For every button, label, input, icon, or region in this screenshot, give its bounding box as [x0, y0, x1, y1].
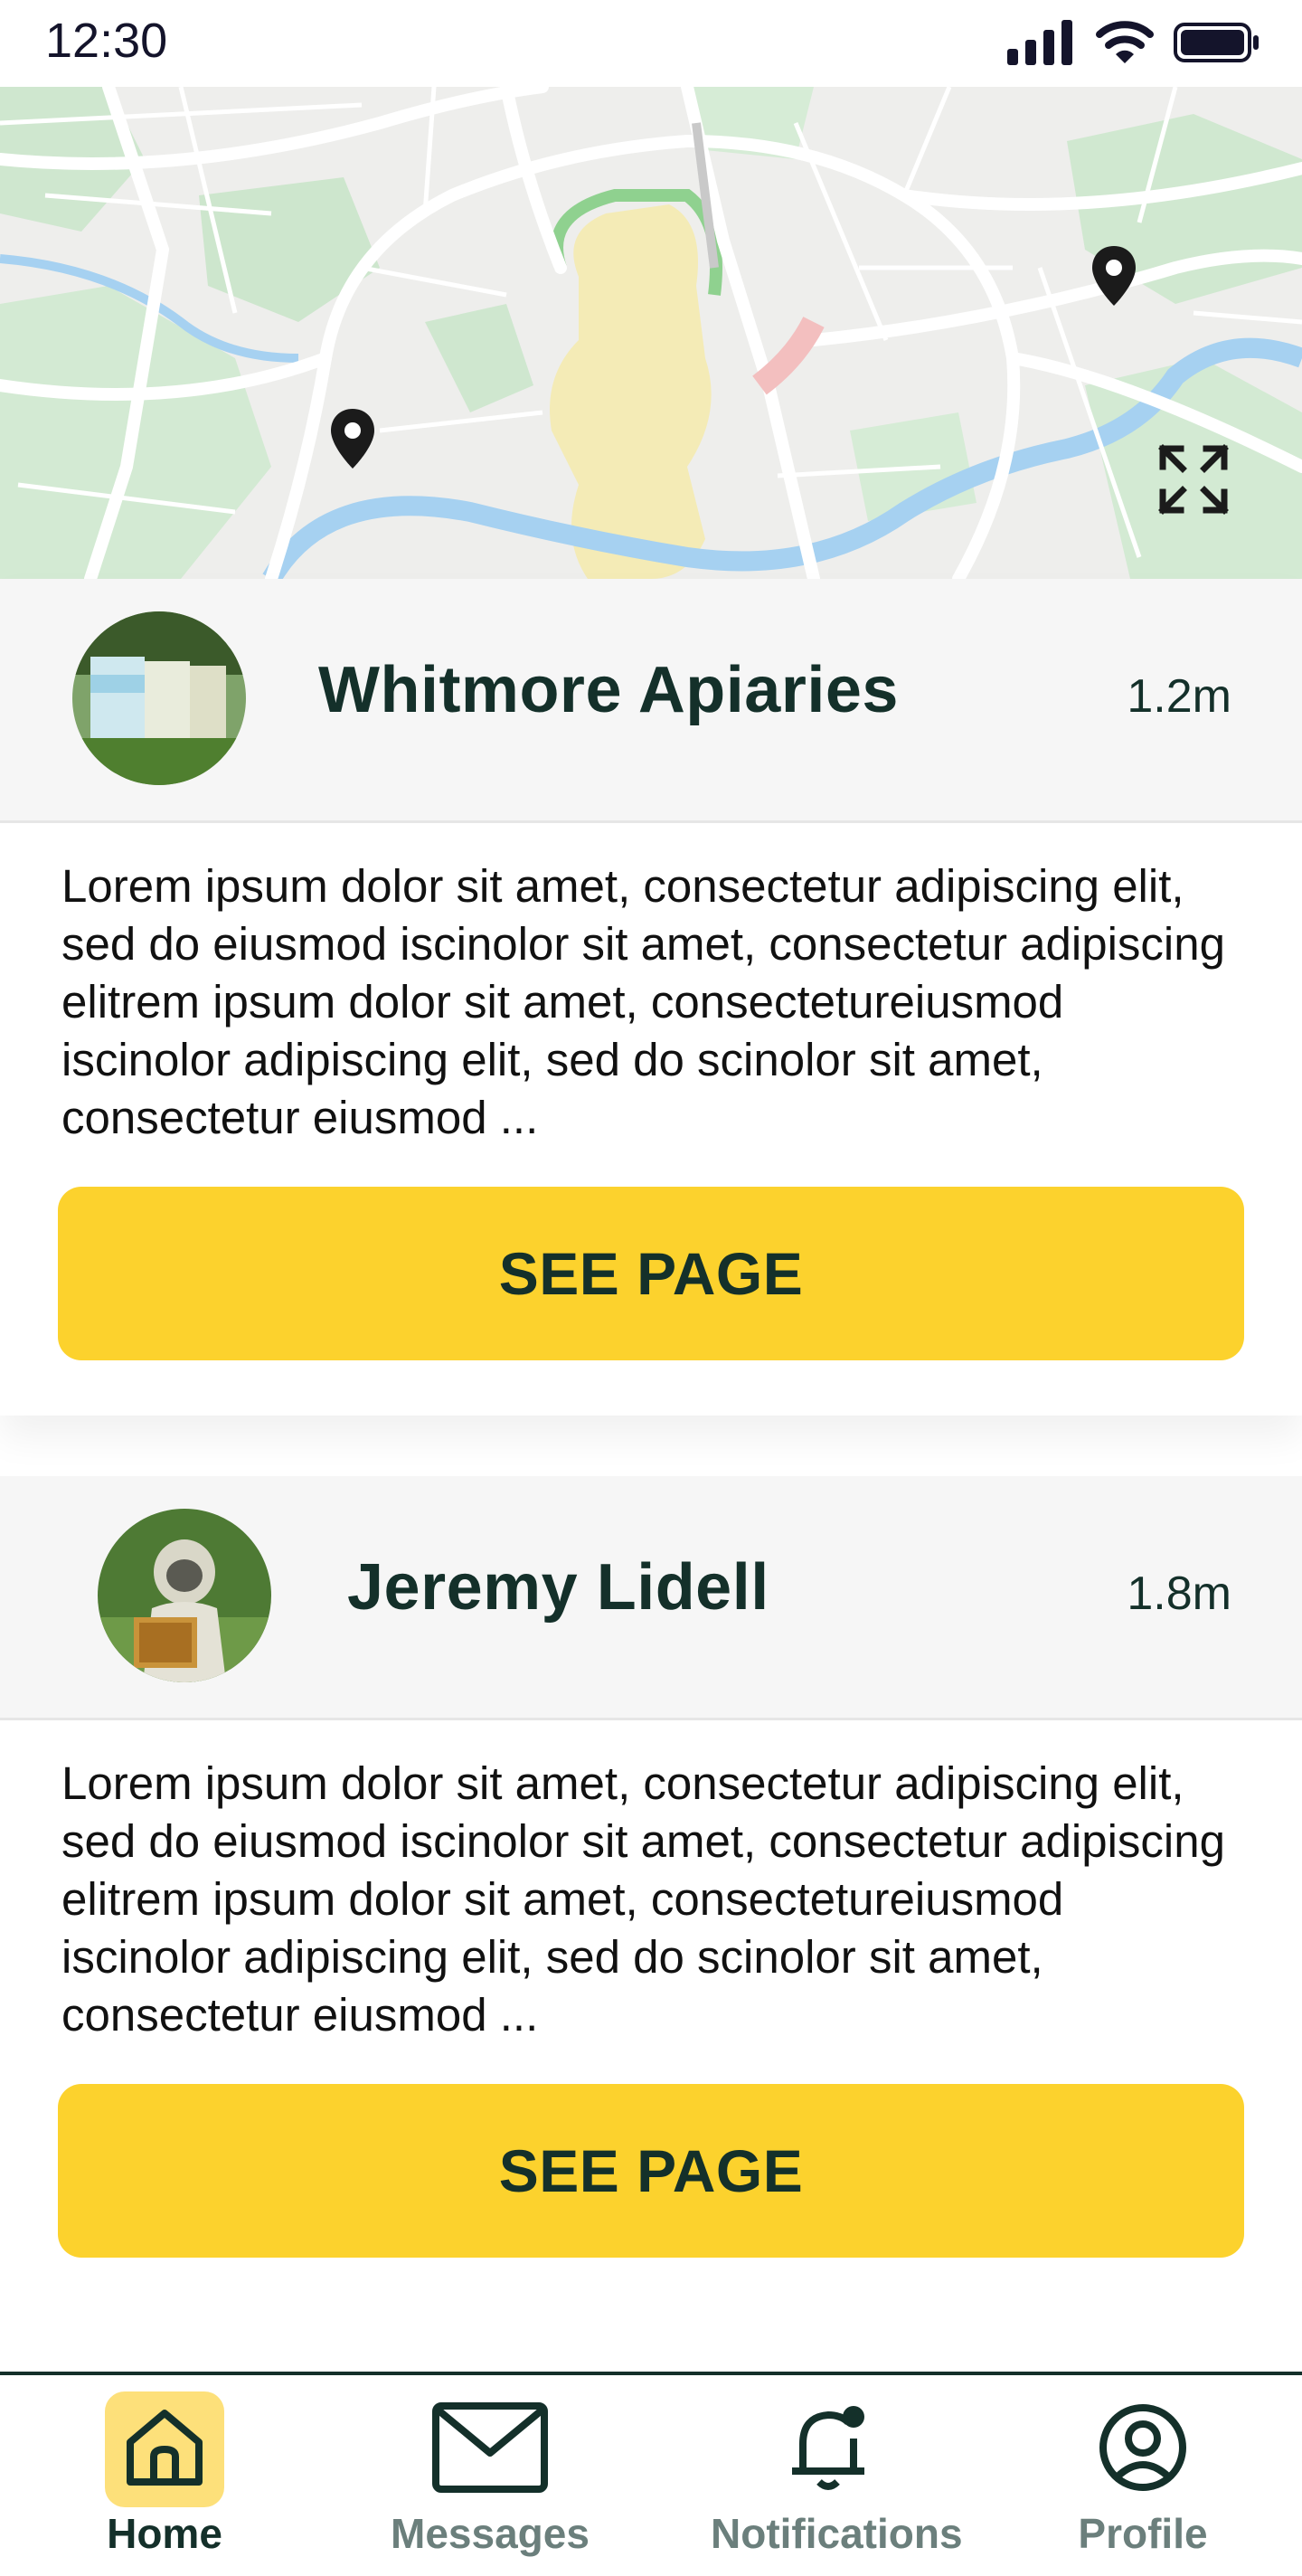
bottom-nav: Home Messages Notifications Profile: [0, 2372, 1302, 2576]
user-icon: [1098, 2402, 1188, 2497]
see-page-button[interactable]: SEE PAGE: [58, 1187, 1244, 1360]
location-pin-icon[interactable]: [327, 407, 378, 472]
app-screen: 12:30 Whitmore Apiaries 1.2m Lorem ipsum…: [0, 0, 1302, 2576]
apiary-card: Jeremy Lidell 1.8m Lorem ipsum dolor sit…: [0, 1476, 1302, 2317]
nav-label-home: Home: [107, 2510, 222, 2557]
map-view[interactable]: [0, 87, 1302, 579]
home-icon: [123, 2406, 206, 2494]
envelope-icon: [432, 2401, 548, 2497]
wifi-icon: [1096, 20, 1154, 65]
nav-label-notifications: Notifications: [711, 2510, 963, 2557]
card-title: Whitmore Apiaries: [318, 654, 899, 726]
nav-item-home[interactable]: Home: [47, 2391, 282, 2558]
card-description: Lorem ipsum dolor sit amet, consectetur …: [61, 1757, 1225, 2041]
avatar: [72, 611, 246, 785]
expand-icon[interactable]: [1157, 443, 1230, 516]
battery-icon: [1174, 21, 1260, 64]
apiary-card: Whitmore Apiaries 1.2m Lorem ipsum dolor…: [0, 579, 1302, 1416]
card-distance: 1.2m: [1127, 670, 1231, 723]
nav-item-messages[interactable]: Messages: [373, 2391, 608, 2558]
nav-item-profile[interactable]: Profile: [1025, 2391, 1260, 2558]
nav-item-notifications[interactable]: Notifications: [711, 2391, 963, 2558]
signal-icon: [1007, 20, 1076, 65]
nav-label-profile: Profile: [1078, 2510, 1208, 2557]
card-distance: 1.8m: [1127, 1567, 1231, 1620]
bell-icon: [783, 2401, 873, 2499]
status-bar: 12:30: [0, 0, 1302, 87]
status-icons: [1007, 20, 1260, 65]
card-title: Jeremy Lidell: [347, 1551, 769, 1624]
see-page-button[interactable]: SEE PAGE: [58, 2084, 1244, 2258]
avatar: [98, 1509, 271, 1682]
card-header[interactable]: Whitmore Apiaries 1.2m: [0, 579, 1302, 823]
status-time: 12:30: [45, 14, 168, 68]
nav-label-messages: Messages: [391, 2510, 590, 2557]
location-pin-icon[interactable]: [1089, 244, 1139, 309]
card-header[interactable]: Jeremy Lidell 1.8m: [0, 1476, 1302, 1720]
map-background: [0, 87, 1302, 579]
card-description: Lorem ipsum dolor sit amet, consectetur …: [61, 860, 1225, 1143]
